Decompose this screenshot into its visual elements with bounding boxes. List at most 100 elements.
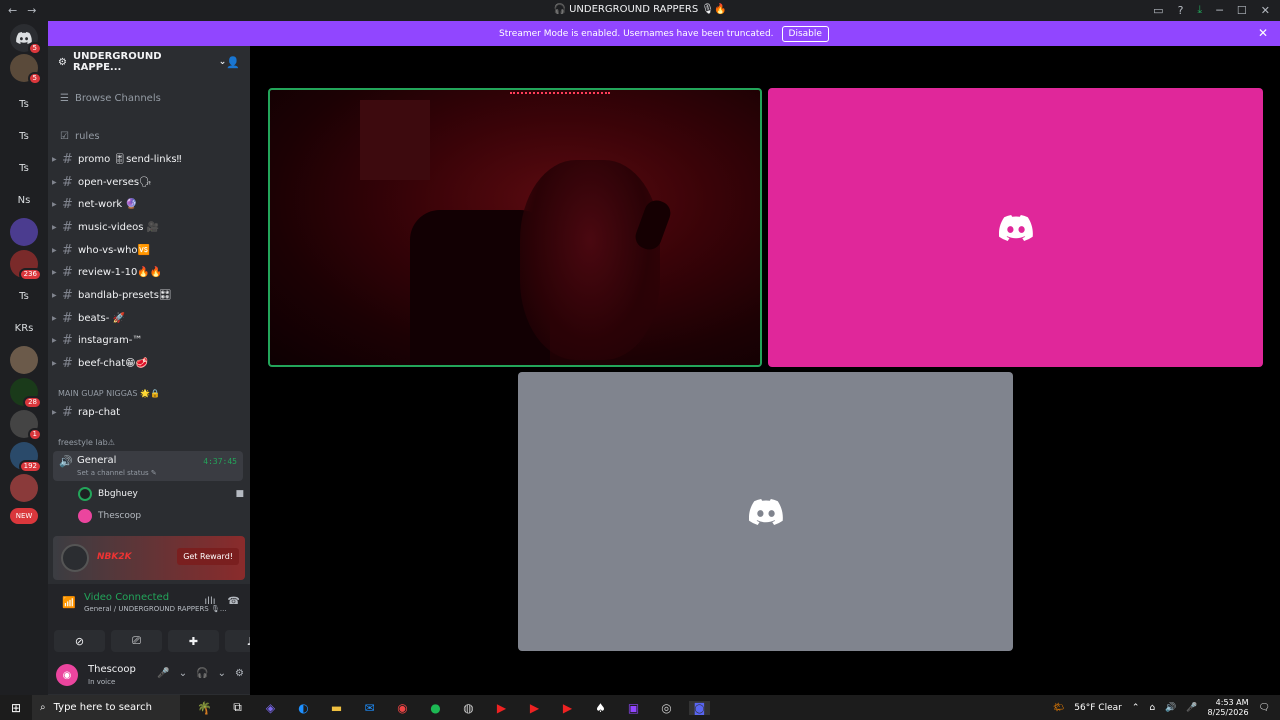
snapchat-icon[interactable]: ♠: [590, 701, 611, 715]
video-tile-camera[interactable]: [268, 88, 762, 367]
minimize-button[interactable]: ─: [1216, 4, 1223, 17]
close-button[interactable]: ✕: [1261, 4, 1270, 17]
app-icon[interactable]: ◍: [458, 701, 479, 715]
channel-item[interactable]: ▶ # rap-chat: [52, 402, 246, 422]
disconnect-icon[interactable]: ☎: [228, 596, 240, 607]
notification-icon[interactable]: 🗨: [1259, 703, 1270, 713]
server-avatar[interactable]: 192: [10, 442, 42, 473]
help-icon[interactable]: ?: [1178, 4, 1184, 17]
category-header[interactable]: MAIN GUAP NIGGAS 🌟🔒: [58, 389, 160, 398]
mail-icon[interactable]: ✉: [359, 701, 380, 715]
microphone-icon[interactable]: 🎤: [157, 668, 169, 679]
channel-item[interactable]: ▶ # beats- 🚀: [52, 308, 246, 328]
signal-icon[interactable]: 📶: [62, 596, 76, 609]
channel-status[interactable]: Set a channel status ✎: [77, 469, 157, 477]
widgets-icon[interactable]: 🌴: [194, 701, 215, 715]
channel-item[interactable]: ▶ # net-work 🔮: [52, 194, 246, 214]
new-badge[interactable]: NEW: [10, 508, 38, 524]
user-panel: ◉ Thescoop In voice 🎤 ⌄ 🎧 ⌄ ⚙: [54, 660, 244, 690]
unread-badge: 5: [27, 42, 42, 55]
server-item[interactable]: Ts: [10, 154, 38, 182]
channel-item[interactable]: ▶ # promo 🎚send-links‼: [52, 149, 246, 169]
category-header[interactable]: freestyle lab⚠: [58, 438, 115, 447]
edge-icon[interactable]: ◐: [293, 701, 314, 715]
voice-member[interactable]: Bbghuey ■: [78, 485, 244, 503]
task-view-icon[interactable]: ⧉: [227, 700, 248, 715]
chevron-down-icon[interactable]: ⌄: [179, 668, 187, 679]
server-avatar[interactable]: [10, 474, 38, 502]
weather-icon[interactable]: 🌤: [1053, 703, 1064, 713]
voice-channel-general[interactable]: 🔊 General Set a channel status ✎ 4:37:45: [53, 451, 243, 481]
server-avatar[interactable]: 236: [10, 250, 42, 281]
server-item[interactable]: Ts: [10, 122, 38, 150]
channel-label: rap-chat: [78, 406, 121, 418]
volume-icon[interactable]: 🔊: [1165, 703, 1176, 713]
file-explorer-icon[interactable]: ▬: [326, 701, 347, 715]
server-item[interactable]: Ts: [10, 90, 38, 118]
window-controls: ▭ ? ⤓ ─ ☐ ✕: [1153, 3, 1270, 17]
spotify-icon[interactable]: ●: [425, 701, 446, 715]
channel-item[interactable]: ▶ # instagram-™: [52, 330, 246, 350]
channel-item[interactable]: ▶ # review-1-10🔥🔥: [52, 262, 246, 282]
download-icon[interactable]: ⤓: [1197, 3, 1202, 17]
taskbar-search[interactable]: ⌕ Type here to search: [32, 695, 180, 720]
get-reward-button[interactable]: Get Reward!: [177, 548, 239, 565]
video-tile-avatar[interactable]: [518, 372, 1013, 651]
forward-icon[interactable]: →: [27, 4, 36, 17]
copilot-icon[interactable]: ◈: [260, 701, 281, 715]
channel-rules[interactable]: ☑ rules: [60, 126, 254, 146]
weather-text[interactable]: 56°F Clear: [1074, 703, 1122, 713]
close-icon[interactable]: ✕: [1258, 26, 1268, 40]
screen-share-button[interactable]: ⎚: [111, 630, 162, 652]
noise-suppression-icon[interactable]: ıllı: [204, 596, 215, 607]
server-item[interactable]: KRs: [10, 314, 38, 342]
maximize-button[interactable]: ☐: [1237, 4, 1247, 17]
hash-icon: #: [62, 242, 73, 258]
channel-item[interactable]: ▶ # open-verses🗣: [52, 172, 246, 192]
channel-item[interactable]: ▶ # beef-chat😁🥩: [52, 353, 246, 373]
discord-taskbar-icon[interactable]: ◙: [689, 700, 710, 715]
server-avatar[interactable]: 1: [10, 410, 42, 441]
chevron-up-icon[interactable]: ⌃: [1132, 703, 1140, 713]
guild-header[interactable]: ⚙ UNDERGROUND RAPPE... ⌄ 👤: [48, 46, 250, 78]
server-avatar[interactable]: [10, 346, 38, 374]
channel-item[interactable]: ▶ # bandlab-presets🎛: [52, 285, 246, 305]
gear-icon[interactable]: ⚙: [235, 668, 244, 679]
voice-member[interactable]: Thescoop: [78, 507, 244, 525]
server-avatar[interactable]: [10, 218, 38, 246]
taskbar-apps: 🌴 ⧉ ◈ ◐ ▬ ✉ ◉ ● ◍ ▶ ▶ ▶ ♠ ▣ ◎ ◙: [194, 700, 710, 715]
youtube-icon[interactable]: ▶: [524, 701, 545, 715]
network-icon[interactable]: ⌂: [1149, 703, 1155, 713]
avatar[interactable]: ◉: [56, 664, 78, 686]
server-item[interactable]: Ns: [10, 186, 38, 214]
youtube-icon[interactable]: ▶: [491, 701, 512, 715]
browse-channels[interactable]: ☰ Browse Channels: [60, 88, 254, 108]
guild-icon: ⚙: [58, 56, 67, 68]
home-button[interactable]: 5: [10, 24, 42, 55]
add-user-icon[interactable]: 👤: [226, 56, 240, 69]
chevron-down-icon[interactable]: ⌄: [218, 668, 226, 679]
camera-off-button[interactable]: ⊘: [54, 630, 105, 652]
windows-start-icon[interactable]: ⊞: [0, 701, 32, 715]
twitch-icon[interactable]: ▣: [623, 701, 644, 715]
voice-status-title: Video Connected: [84, 592, 170, 603]
server-avatar[interactable]: 28: [10, 378, 42, 409]
server-item[interactable]: Ts: [10, 282, 38, 310]
app-icon[interactable]: ◎: [656, 701, 677, 715]
youtube-icon[interactable]: ▶: [557, 701, 578, 715]
inbox-icon[interactable]: ▭: [1153, 4, 1163, 17]
video-tile-avatar[interactable]: [768, 88, 1263, 367]
chrome-icon[interactable]: ◉: [392, 701, 413, 715]
headphones-icon[interactable]: 🎧: [196, 668, 208, 679]
clock[interactable]: 4:53 AM 8/25/2026: [1208, 698, 1249, 718]
browse-label: Browse Channels: [74, 92, 161, 104]
back-icon[interactable]: ←: [8, 4, 17, 17]
microphone-icon[interactable]: 🎤: [1186, 703, 1197, 713]
channel-item[interactable]: ▶ # music-videos 🎥: [52, 217, 246, 237]
activities-button[interactable]: ✚: [168, 630, 219, 652]
window-title: 🎧 UNDERGROUND RAPPERS 🎙🔥: [553, 4, 727, 15]
disable-button[interactable]: Disable: [781, 25, 829, 42]
channel-item[interactable]: ▶ # who-vs-who🆚: [52, 240, 246, 260]
server-avatar[interactable]: 5: [10, 54, 42, 85]
username: Thescoop: [88, 664, 136, 675]
